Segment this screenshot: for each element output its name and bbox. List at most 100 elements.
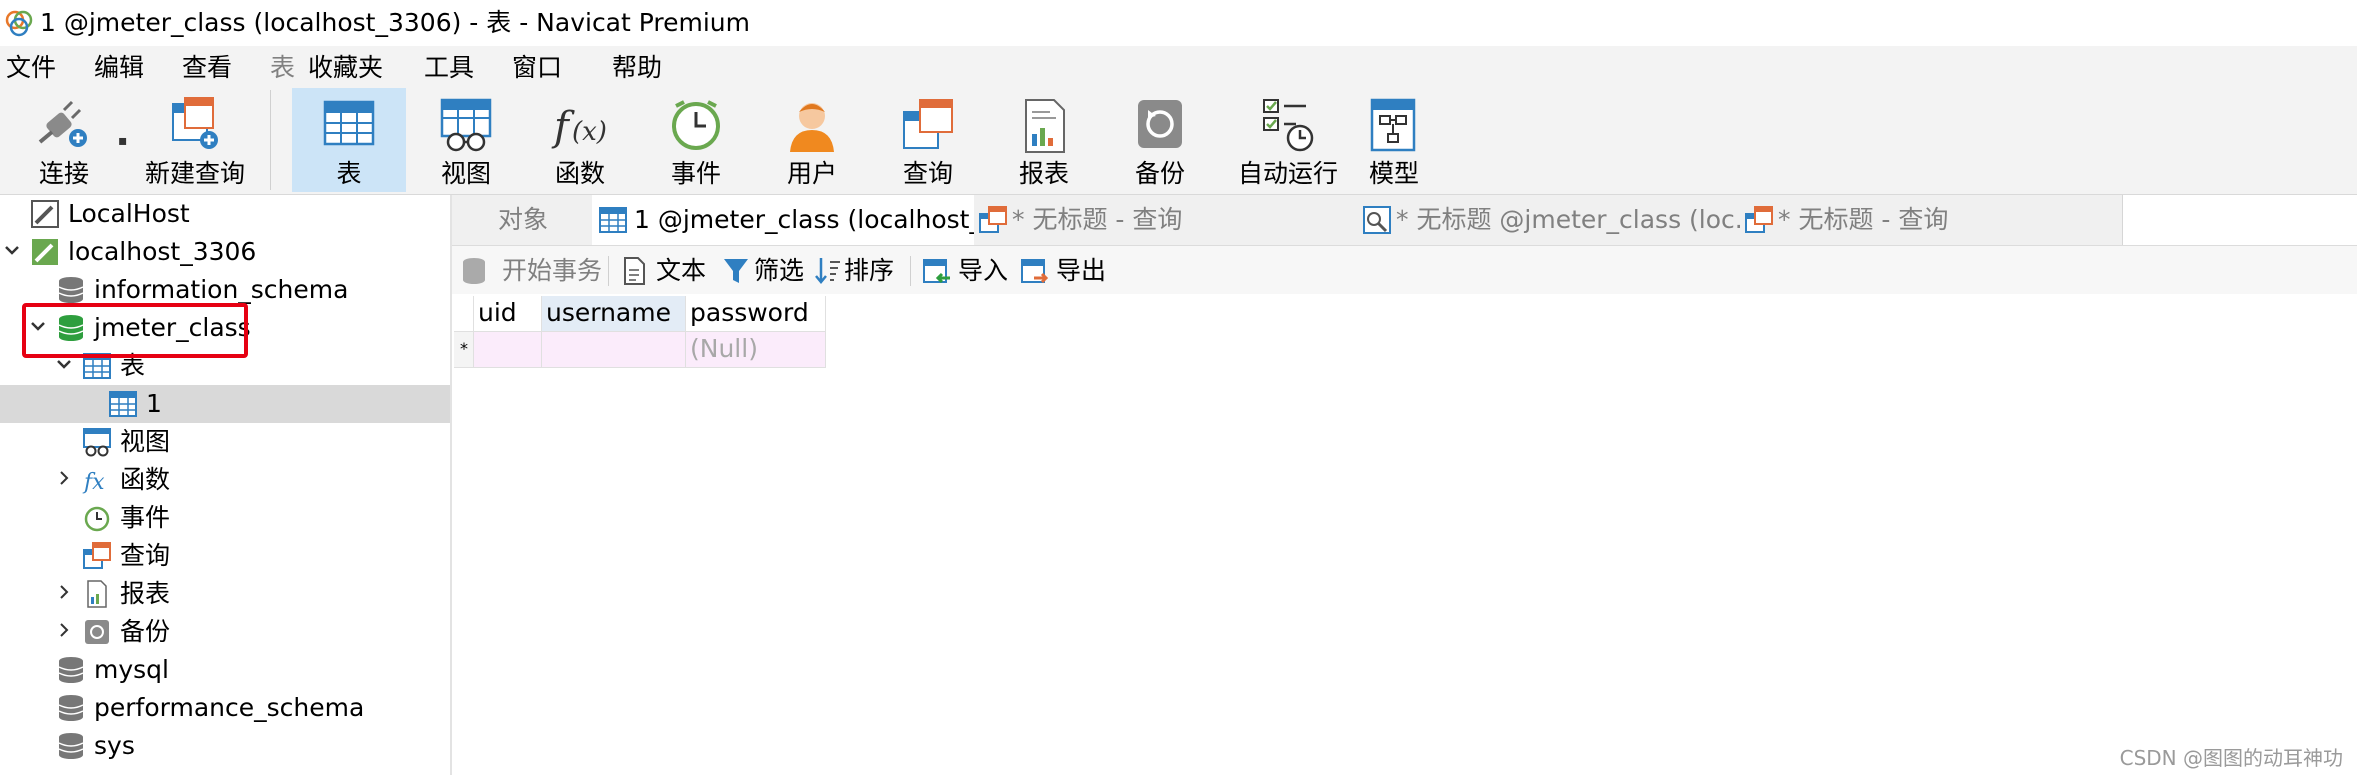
svg-text:fx: fx xyxy=(82,470,105,495)
view-designer-icon xyxy=(1363,206,1391,234)
cell-uid[interactable] xyxy=(474,332,542,368)
import-button[interactable]: 导入 xyxy=(922,254,1012,288)
connect-button[interactable]: 连接 xyxy=(14,88,114,192)
export-button[interactable]: 导出 xyxy=(1020,254,1110,288)
begin-transaction-button[interactable]: 开始事务 xyxy=(460,254,602,288)
function-label: 函数 xyxy=(554,159,605,188)
menu-favorites[interactable]: 收藏夹 xyxy=(308,52,383,84)
tree-item-functions[interactable]: fx 函数 xyxy=(0,461,450,499)
plug-icon xyxy=(38,100,87,147)
tree-item-localhost[interactable]: LocalHost xyxy=(0,195,450,233)
tab-table-1[interactable]: 1 @jmeter_class (localhost_... xyxy=(592,195,975,245)
tree-item-reports[interactable]: 报表 xyxy=(0,575,450,613)
query-icon xyxy=(903,99,953,149)
tree-item-label: LocalHost xyxy=(68,199,190,228)
column-header-password[interactable]: password xyxy=(686,296,826,332)
tree-item-label: sys xyxy=(94,731,135,760)
import-label: 导入 xyxy=(958,256,1009,285)
report-button[interactable]: 报表 xyxy=(1000,88,1088,192)
tab-label: 1 @jmeter_class (localhost_... xyxy=(634,205,975,234)
user-button[interactable]: 用户 xyxy=(768,88,856,192)
backup-label: 备份 xyxy=(1134,159,1185,188)
chevron-down-icon[interactable] xyxy=(56,356,72,372)
menu-tools[interactable]: 工具 xyxy=(424,52,474,84)
tab-untitled-model[interactable]: * 无标题 @jmeter_class (loc... xyxy=(1358,195,1741,245)
tree-item-label: 视图 xyxy=(120,427,171,456)
tree-item-mysql[interactable]: mysql xyxy=(0,651,450,689)
cell-username[interactable] xyxy=(542,332,686,368)
function-button[interactable]: f (x) 函数 xyxy=(536,88,624,192)
connection-tree: LocalHost localhost_3306 information_sch… xyxy=(0,195,452,775)
database-icon xyxy=(58,277,84,303)
connect-label: 连接 xyxy=(38,159,89,188)
tab-label: * 无标题 - 查询 xyxy=(1012,205,1183,234)
tree-item-label: 1 xyxy=(146,389,162,418)
table-label: 表 xyxy=(336,159,362,188)
menu-view[interactable]: 查看 xyxy=(182,52,232,84)
report-icon xyxy=(87,580,107,608)
tab-untitled-query-2[interactable]: * 无标题 - 查询 xyxy=(1740,195,2123,245)
chevron-right-icon[interactable] xyxy=(56,470,72,486)
tree-item-backups[interactable]: 备份 xyxy=(0,613,450,651)
backup-button[interactable]: 备份 xyxy=(1116,88,1204,192)
menu-window[interactable]: 窗口 xyxy=(512,52,562,84)
main-toolbar: 连接 ▪ 新建查询 表 视图 f (x) 函数 事件 用户 查询 报表 备份 自… xyxy=(0,86,2357,195)
function-icon: fx xyxy=(82,470,105,495)
query-button[interactable]: 查询 xyxy=(884,88,972,192)
text-label: 文本 xyxy=(656,256,707,285)
tree-item-performance-schema[interactable]: performance_schema xyxy=(0,689,450,727)
view-button[interactable]: 视图 xyxy=(418,88,514,192)
navicat-logo-icon xyxy=(5,10,33,37)
tree-item-label: information_schema xyxy=(94,275,349,304)
query-label: 查询 xyxy=(902,159,953,188)
query-icon xyxy=(979,206,1007,233)
tab-objects[interactable]: 对象 xyxy=(452,195,593,245)
new-query-button[interactable]: 新建查询 xyxy=(130,88,260,192)
tree-item-label: 事件 xyxy=(120,503,171,532)
row-header-corner xyxy=(454,296,474,332)
tab-untitled-query-1[interactable]: * 无标题 - 查询 xyxy=(974,195,1359,245)
sort-button[interactable]: 排序 xyxy=(814,254,904,288)
connect-dropdown-icon[interactable]: ▪ xyxy=(118,133,128,149)
menu-edit[interactable]: 编辑 xyxy=(94,52,144,84)
chevron-right-icon[interactable] xyxy=(56,622,72,638)
text-button[interactable]: 文本 xyxy=(620,254,720,288)
cell-password[interactable]: (Null) xyxy=(686,332,826,368)
chevron-right-icon[interactable] xyxy=(56,584,72,600)
tree-item-table-1[interactable]: 1 xyxy=(0,385,450,423)
event-button[interactable]: 事件 xyxy=(652,88,740,192)
database-icon xyxy=(58,733,84,759)
new-row-marker[interactable]: * xyxy=(454,332,474,368)
table-toolbar: 开始事务 文本 筛选 排序 导入 导出 xyxy=(452,246,2357,294)
tree-item-label: 函数 xyxy=(120,465,171,494)
mysql-connection-icon xyxy=(32,239,58,265)
new-query-icon xyxy=(172,97,218,149)
toolbar-separator xyxy=(608,256,609,286)
tree-item-queries[interactable]: 查询 xyxy=(0,537,450,575)
tree-item-localhost-3306[interactable]: localhost_3306 xyxy=(0,233,450,271)
model-icon xyxy=(1370,98,1416,152)
red-highlight-annotation xyxy=(22,303,248,358)
tree-item-label: localhost_3306 xyxy=(68,237,257,266)
menu-help[interactable]: 帮助 xyxy=(612,52,662,84)
tree-item-label: mysql xyxy=(94,655,169,684)
model-button[interactable]: 模型 xyxy=(1350,88,1438,192)
sort-label: 排序 xyxy=(844,256,895,285)
chevron-down-icon[interactable] xyxy=(4,242,20,258)
automation-button[interactable]: 自动运行 xyxy=(1226,88,1350,192)
column-header-username[interactable]: username xyxy=(542,296,686,332)
user-icon xyxy=(790,103,834,152)
database-icon xyxy=(58,695,84,721)
document-icon xyxy=(624,257,645,285)
tree-item-sys[interactable]: sys xyxy=(0,727,450,765)
menu-file[interactable]: 文件 xyxy=(6,52,56,84)
view-icon xyxy=(440,98,492,152)
automation-icon xyxy=(1263,99,1314,152)
menu-table[interactable]: 表 xyxy=(270,52,295,84)
tab-label: * 无标题 - 查询 xyxy=(1778,205,1949,234)
tree-item-views[interactable]: 视图 xyxy=(0,423,450,461)
filter-button[interactable]: 筛选 xyxy=(722,254,812,288)
tree-item-events[interactable]: 事件 xyxy=(0,499,450,537)
column-header-uid[interactable]: uid xyxy=(474,296,542,332)
table-button[interactable]: 表 xyxy=(292,88,406,192)
